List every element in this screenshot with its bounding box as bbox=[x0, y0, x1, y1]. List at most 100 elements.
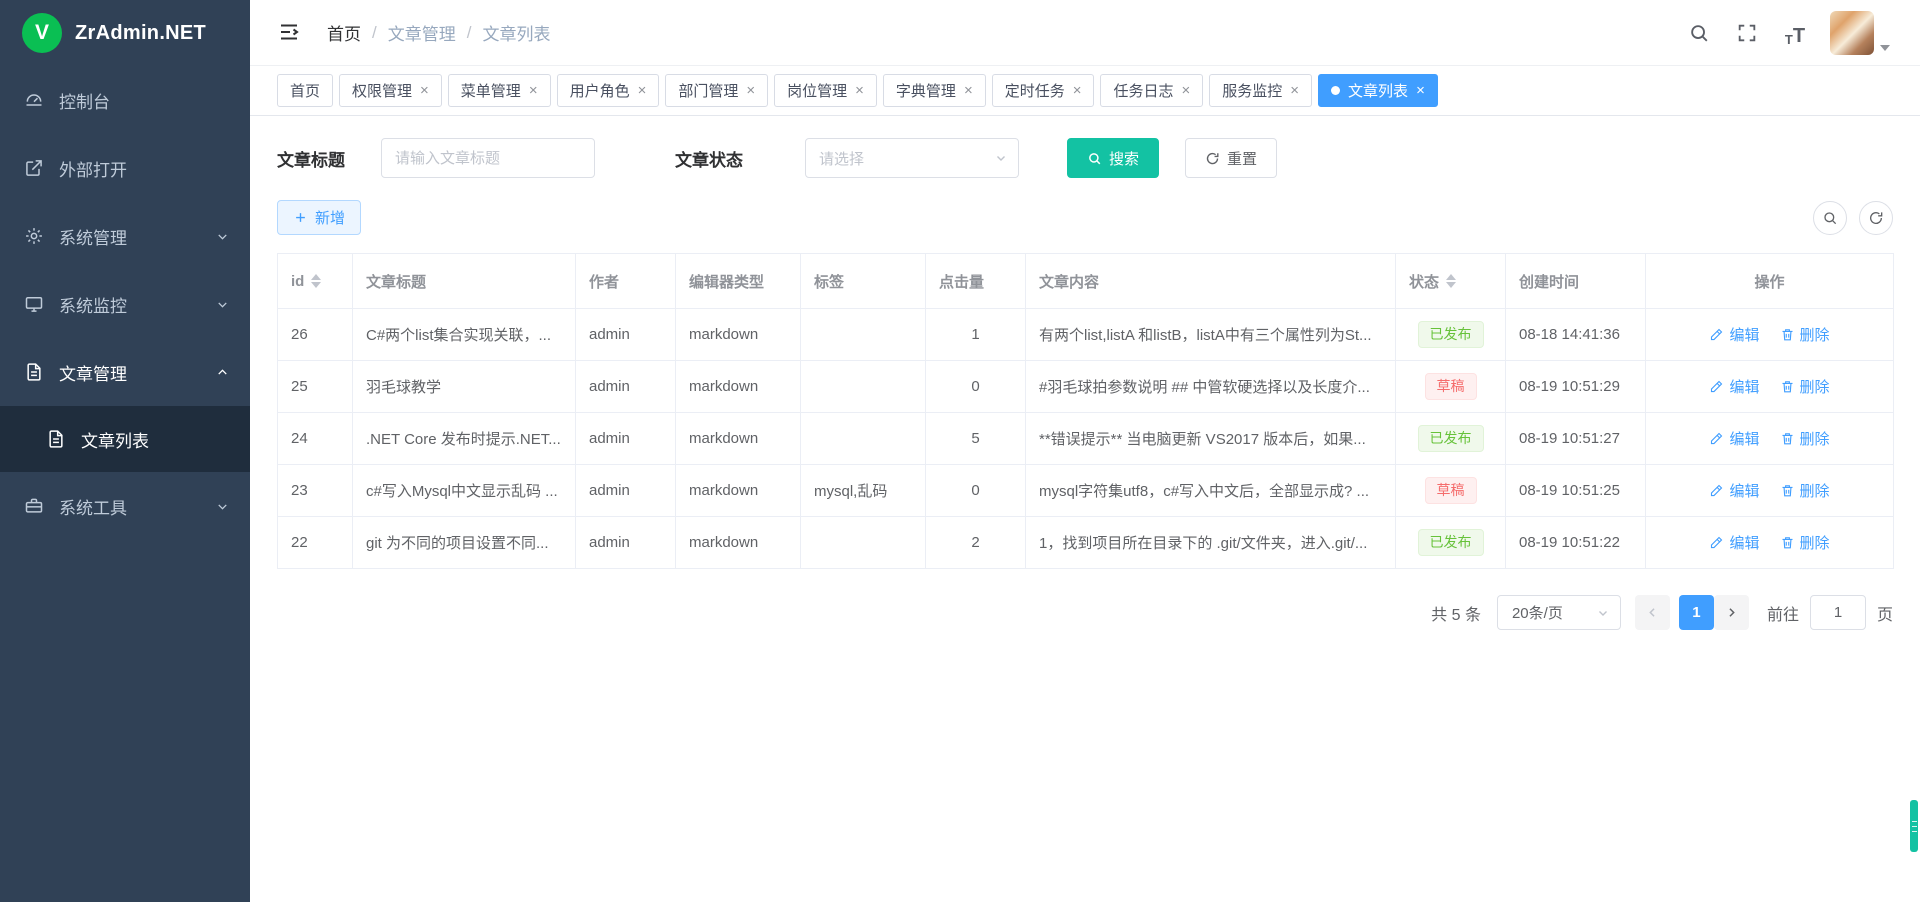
table-row[interactable]: 23 c#写入Mysql中文显示乱码 ... admin markdown my… bbox=[278, 465, 1894, 517]
fullscreen-icon[interactable] bbox=[1734, 20, 1760, 46]
close-tab-icon[interactable]: × bbox=[1416, 83, 1425, 98]
tab-scheduled-task[interactable]: 定时任务 × bbox=[992, 74, 1095, 107]
sort-icons[interactable] bbox=[311, 274, 321, 288]
search-icon[interactable] bbox=[1686, 20, 1712, 46]
delete-button[interactable]: 删除 bbox=[1780, 324, 1830, 345]
tab-label: 菜单管理 bbox=[461, 80, 521, 101]
next-page-button[interactable] bbox=[1714, 595, 1749, 630]
breadcrumb-article-list[interactable]: 文章列表 bbox=[482, 20, 550, 45]
edit-button[interactable]: 编辑 bbox=[1709, 376, 1759, 397]
page-size-select[interactable]: 20条/页 bbox=[1497, 595, 1621, 630]
table-row[interactable]: 24 .NET Core 发布时提示.NET... admin markdown… bbox=[278, 413, 1894, 465]
font-size-small-t: T bbox=[1785, 33, 1793, 46]
tab-menu-admin[interactable]: 菜单管理 × bbox=[448, 74, 551, 107]
close-tab-icon[interactable]: × bbox=[529, 83, 538, 98]
cell-author: admin bbox=[576, 465, 676, 517]
article-status-select[interactable]: 请选择 bbox=[805, 138, 1019, 178]
chevron-down-icon[interactable] bbox=[1880, 45, 1890, 51]
page-number-button[interactable]: 1 bbox=[1679, 595, 1714, 630]
breadcrumb-home[interactable]: 首页 bbox=[327, 20, 361, 45]
search-button[interactable]: 搜索 bbox=[1067, 138, 1159, 178]
refresh-table-button[interactable] bbox=[1859, 201, 1893, 235]
cell-actions: 编辑删除 bbox=[1646, 361, 1894, 413]
chevron-down-icon bbox=[215, 229, 230, 244]
delete-button[interactable]: 删除 bbox=[1780, 428, 1830, 449]
sidebar-item-system-monitor[interactable]: 系统监控 bbox=[0, 270, 250, 338]
tab-dict-admin[interactable]: 字典管理× bbox=[883, 74, 986, 107]
tab-permission-admin[interactable]: 权限管理× bbox=[339, 74, 442, 107]
column-label: 标签 bbox=[814, 274, 844, 291]
sidebar-item-dashboard[interactable]: 控制台 bbox=[0, 66, 250, 134]
edit-button[interactable]: 编辑 bbox=[1709, 532, 1759, 553]
close-tab-icon[interactable]: × bbox=[964, 83, 973, 98]
column-header-clicks: 点击量 bbox=[926, 254, 1026, 309]
close-tab-icon[interactable]: × bbox=[420, 83, 429, 98]
cell-editor: markdown bbox=[676, 517, 801, 569]
column-label: 点击量 bbox=[939, 274, 984, 291]
close-tab-icon[interactable]: × bbox=[1182, 83, 1191, 98]
close-tab-icon[interactable]: × bbox=[638, 83, 647, 98]
reset-button[interactable]: 重置 bbox=[1185, 138, 1277, 178]
tab-user-role[interactable]: 用户角色 × bbox=[557, 74, 660, 107]
font-size-icon[interactable]: TT bbox=[1782, 20, 1808, 46]
delete-label: 删除 bbox=[1800, 480, 1830, 501]
logo[interactable]: V ZrAdmin.NET bbox=[0, 0, 250, 66]
edit-button[interactable]: 编辑 bbox=[1709, 428, 1759, 449]
column-label: id bbox=[291, 273, 304, 290]
delete-icon bbox=[1780, 431, 1795, 446]
delete-button[interactable]: 删除 bbox=[1780, 532, 1830, 553]
close-tab-icon[interactable]: × bbox=[1073, 83, 1082, 98]
sidebar-item-article-list[interactable]: 文章列表 bbox=[0, 406, 250, 472]
edit-label: 编辑 bbox=[1729, 376, 1759, 397]
tab-task-log[interactable]: 任务日志× bbox=[1100, 74, 1203, 107]
cell-title: .NET Core 发布时提示.NET... bbox=[353, 413, 576, 465]
close-tab-icon[interactable]: × bbox=[855, 83, 864, 98]
column-header-author: 作者 bbox=[576, 254, 676, 309]
sidebar-item-external[interactable]: 外部打开 bbox=[0, 134, 250, 202]
cell-author: admin bbox=[576, 413, 676, 465]
tab-label: 定时任务 bbox=[1005, 80, 1065, 101]
edit-button[interactable]: 编辑 bbox=[1709, 324, 1759, 345]
close-tab-icon[interactable]: × bbox=[746, 83, 755, 98]
cell-tags bbox=[801, 309, 926, 361]
sidebar-item-article-admin[interactable]: 文章管理 bbox=[0, 338, 250, 406]
edit-button[interactable]: 编辑 bbox=[1709, 480, 1759, 501]
delete-button[interactable]: 删除 bbox=[1780, 376, 1830, 397]
sidebar-item-system-tools[interactable]: 系统工具 bbox=[0, 472, 250, 540]
sidebar-item-system-admin[interactable]: 系统管理 bbox=[0, 202, 250, 270]
tab-article-list[interactable]: 文章列表× bbox=[1318, 74, 1438, 107]
table-row[interactable]: 22 git 为不同的项目设置不同... admin markdown 2 1，… bbox=[278, 517, 1894, 569]
tab-post-admin[interactable]: 岗位管理× bbox=[774, 74, 877, 107]
table-toolbar: 新增 bbox=[277, 200, 1893, 235]
column-header-tags: 标签 bbox=[801, 254, 926, 309]
cell-tags bbox=[801, 413, 926, 465]
breadcrumb-article-admin[interactable]: 文章管理 bbox=[388, 20, 456, 45]
add-button[interactable]: 新增 bbox=[277, 200, 361, 235]
toggle-search-button[interactable] bbox=[1813, 201, 1847, 235]
collapse-sidebar-button[interactable] bbox=[277, 20, 303, 46]
sort-icons[interactable] bbox=[1446, 274, 1456, 288]
article-title-input[interactable] bbox=[381, 138, 595, 178]
pagination: 共 5 条 20条/页 1 前往 页 bbox=[277, 595, 1893, 630]
refresh-icon bbox=[1868, 210, 1884, 226]
page-size-value: 20条/页 bbox=[1512, 602, 1563, 623]
app-root: V ZrAdmin.NET 控制台 外部打开 系统管理 系统监控 bbox=[0, 0, 1920, 902]
tab-service-monitor[interactable]: 服务监控× bbox=[1209, 74, 1312, 107]
cell-clicks: 5 bbox=[926, 413, 1026, 465]
column-header-status[interactable]: 状态 bbox=[1396, 254, 1506, 309]
table-row[interactable]: 25 羽毛球教学 admin markdown 0 #羽毛球拍参数说明 ## 中… bbox=[278, 361, 1894, 413]
cell-editor: markdown bbox=[676, 309, 801, 361]
goto-page-input[interactable] bbox=[1810, 595, 1866, 630]
delete-button[interactable]: 删除 bbox=[1780, 480, 1830, 501]
column-header-id[interactable]: id bbox=[278, 254, 353, 309]
scrollbar-thumb[interactable] bbox=[1910, 800, 1918, 852]
close-tab-icon[interactable]: × bbox=[1290, 83, 1299, 98]
tab-dept-admin[interactable]: 部门管理× bbox=[665, 74, 768, 107]
avatar[interactable] bbox=[1830, 11, 1874, 55]
table-row[interactable]: 26 C#两个list集合实现关联，... admin markdown 1 有… bbox=[278, 309, 1894, 361]
cell-id: 23 bbox=[278, 465, 353, 517]
tab-label: 用户角色 bbox=[570, 80, 630, 101]
dashboard-icon bbox=[24, 90, 44, 110]
prev-page-button[interactable] bbox=[1635, 595, 1670, 630]
tab-home[interactable]: 首页 bbox=[277, 74, 333, 107]
